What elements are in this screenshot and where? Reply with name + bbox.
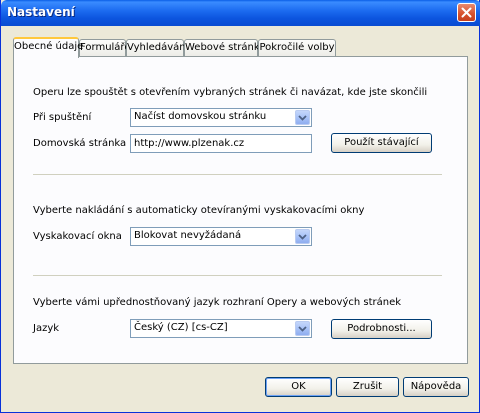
chevron-down-icon[interactable] bbox=[295, 110, 310, 125]
details-button[interactable]: Podrobnosti... bbox=[331, 319, 432, 339]
language-label: Jazyk bbox=[33, 323, 60, 334]
language-value: Český (CZ) [cs-CZ] bbox=[134, 322, 228, 333]
tab-search[interactable]: Vyhledávání bbox=[126, 39, 188, 57]
tab-web-pages[interactable]: Webové stránky bbox=[184, 39, 265, 57]
close-icon bbox=[461, 7, 472, 18]
tab-advanced[interactable]: Pokročilé volby bbox=[258, 39, 336, 57]
language-description: Vyberte vámi upřednostňovaný jazyk rozhr… bbox=[33, 297, 402, 308]
general-panel: Operu lze spouštět s otevřením vybraných… bbox=[13, 56, 468, 364]
title-bar[interactable]: Nastavení bbox=[1, 0, 480, 26]
homepage-input[interactable] bbox=[131, 135, 311, 152]
help-button[interactable]: Nápověda bbox=[403, 377, 469, 397]
language-select[interactable]: Český (CZ) [cs-CZ] bbox=[130, 319, 312, 338]
popups-select[interactable]: Blokovat nevyžádaná bbox=[130, 227, 312, 246]
ok-button[interactable]: OK bbox=[265, 377, 332, 397]
on-start-select[interactable]: Načíst domovskou stránku bbox=[130, 108, 312, 127]
use-current-button[interactable]: Použít stávající bbox=[331, 133, 432, 153]
popups-label: Vyskakovací okna bbox=[33, 231, 122, 242]
divider bbox=[33, 174, 442, 175]
startup-description: Operu lze spouštět s otevřením vybraných… bbox=[33, 87, 428, 98]
homepage-field[interactable] bbox=[130, 134, 312, 153]
homepage-label: Domovská stránka bbox=[33, 138, 127, 149]
chevron-down-icon[interactable] bbox=[295, 321, 310, 336]
divider bbox=[33, 275, 442, 276]
chevron-down-icon[interactable] bbox=[295, 229, 310, 244]
tab-general[interactable]: Obecné údaje bbox=[13, 37, 83, 58]
window-title: Nastavení bbox=[7, 5, 75, 19]
close-button[interactable] bbox=[457, 3, 476, 22]
cancel-button[interactable]: Zrušit bbox=[336, 377, 399, 397]
tab-forms[interactable]: Formuláře bbox=[79, 39, 130, 57]
popups-value: Blokovat nevyžádaná bbox=[134, 230, 242, 241]
popups-description: Vyberte nakládání s automaticky otevíran… bbox=[33, 205, 365, 216]
on-start-value: Načíst domovskou stránku bbox=[134, 111, 267, 122]
settings-dialog: Nastavení Obecné údaje Formuláře Vyhledá… bbox=[0, 0, 480, 413]
on-start-label: Při spuštění bbox=[33, 112, 92, 123]
